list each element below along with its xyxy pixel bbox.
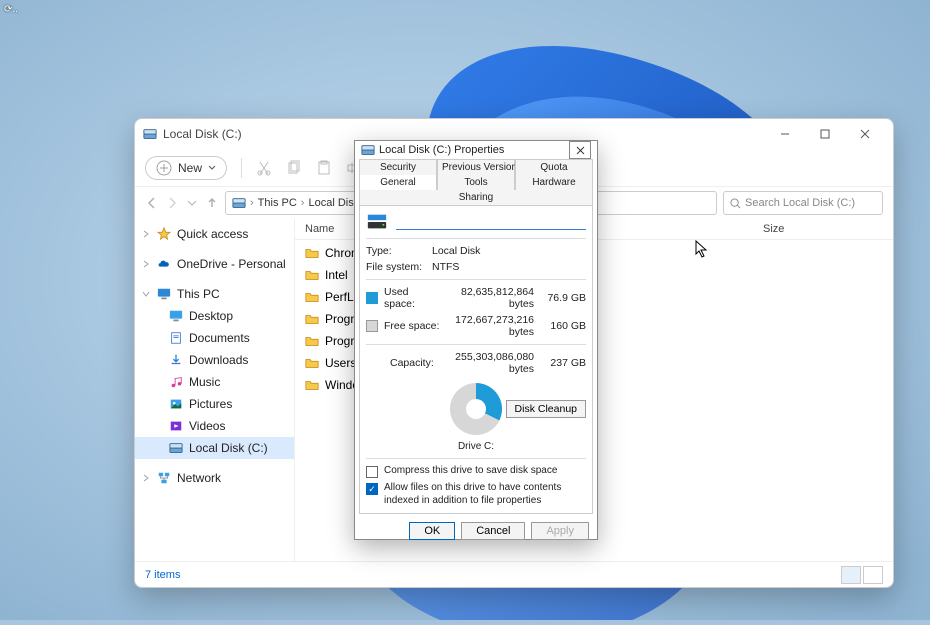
dialog-close-button[interactable] [569,141,591,159]
search-placeholder: Search Local Disk (C:) [745,197,855,209]
sidebar-item-documents[interactable]: Documents [135,327,294,349]
star-icon [157,227,171,241]
folder-icon [305,379,319,391]
folder-icon [305,335,319,347]
filesystem-value: NTFS [432,261,459,273]
tab-tools[interactable]: Tools [437,175,515,190]
back-button[interactable] [145,196,159,210]
new-button-label: New [178,161,202,175]
view-large-button[interactable] [863,566,883,584]
videos-icon [169,419,183,433]
chevron-down-icon [208,164,216,172]
folder-icon [305,291,319,303]
search-input[interactable]: Search Local Disk (C:) [723,191,883,215]
status-text: 7 items [145,569,180,581]
capacity-row: Capacity:255,303,086,080 bytes237 GB [366,351,586,375]
compress-checkbox-row[interactable]: Compress this drive to save disk space [366,465,586,478]
new-button[interactable]: New [145,156,227,180]
folder-icon [305,357,319,369]
dialog-title: Local Disk (C:) Properties [379,144,569,156]
dialog-titlebar[interactable]: Local Disk (C:) Properties [355,141,597,159]
mouse-cursor [695,240,709,258]
sidebar-item-desktop[interactable]: Desktop [135,305,294,327]
sidebar-thispc[interactable]: This PC [135,283,294,305]
used-swatch [366,292,378,304]
status-bar: 7 items [135,561,893,587]
cloud-icon [157,257,171,271]
ok-button[interactable]: OK [409,522,455,540]
recent-dropdown[interactable] [185,196,199,210]
monitor-icon [157,287,171,301]
drive-icon [361,143,375,157]
cancel-button[interactable]: Cancel [461,522,525,540]
sidebar-item-music[interactable]: Music [135,371,294,393]
sidebar-item-pictures[interactable]: Pictures [135,393,294,415]
view-details-button[interactable] [841,566,861,584]
free-swatch [366,320,378,332]
tab-quota[interactable]: Quota [515,159,593,175]
explorer-title: Local Disk (C:) [163,127,242,141]
paste-icon[interactable] [316,160,332,176]
search-icon [730,198,741,209]
desktop-icon [169,309,183,323]
apply-button[interactable]: Apply [531,522,589,540]
column-size[interactable]: Size [763,223,883,235]
checkbox-unchecked-icon[interactable] [366,466,378,478]
folder-icon [305,269,319,281]
cut-icon[interactable] [256,160,272,176]
type-value: Local Disk [432,245,480,257]
tab-sharing[interactable]: Sharing [359,190,593,205]
sidebar-network[interactable]: Network [135,467,294,489]
folder-icon [305,313,319,325]
forward-button[interactable] [165,196,179,210]
usage-pie-chart [450,383,502,435]
chevron-down-icon [141,289,151,299]
tab-general-body: Type:Local Disk File system:NTFS Used sp… [359,205,593,514]
drive-name-field[interactable] [396,214,586,230]
sidebar-onedrive[interactable]: OneDrive - Personal [135,253,294,275]
minimize-button[interactable] [765,120,805,148]
network-icon [157,471,171,485]
index-checkbox-row[interactable]: Allow files on this drive to have conten… [366,482,586,507]
music-icon [169,375,183,389]
pie-label: Drive C: [366,441,586,452]
chevron-right-icon [141,473,151,483]
checkbox-checked-icon[interactable] [366,483,378,495]
downloads-icon [169,353,183,367]
plus-icon [156,160,172,176]
desktop-shortcut[interactable]: ⟳.. [4,4,18,15]
pictures-icon [169,397,183,411]
breadcrumb-seg[interactable]: This PC [258,197,297,209]
sidebar-quick-access[interactable]: Quick access [135,223,294,245]
chevron-right-icon [141,259,151,269]
close-button[interactable] [845,120,885,148]
sidebar-item-videos[interactable]: Videos [135,415,294,437]
sidebar-item-downloads[interactable]: Downloads [135,349,294,371]
documents-icon [169,331,183,345]
up-button[interactable] [205,196,219,210]
tab-security[interactable]: Security [359,159,437,175]
used-space-row: Used space:82,635,812,864 bytes76.9 GB [366,286,586,310]
chevron-right-icon [141,229,151,239]
maximize-button[interactable] [805,120,845,148]
drive-icon [143,127,157,141]
tab-previous-versions[interactable]: Previous Versions [437,159,515,175]
sidebar: Quick access OneDrive - Personal This PC… [135,219,295,561]
disk-cleanup-button[interactable]: Disk Cleanup [506,400,586,418]
tab-hardware[interactable]: Hardware [515,175,593,190]
drive-icon [232,196,246,210]
folder-icon [305,247,319,259]
copy-icon[interactable] [286,160,302,176]
drive-icon [169,441,183,455]
sidebar-item-localdisk[interactable]: Local Disk (C:) [135,437,294,459]
tab-general[interactable]: General [359,175,437,190]
properties-dialog: Local Disk (C:) Properties Security Prev… [354,140,598,540]
drive-large-icon [366,212,388,232]
free-space-row: Free space:172,667,273,216 bytes160 GB [366,314,586,338]
